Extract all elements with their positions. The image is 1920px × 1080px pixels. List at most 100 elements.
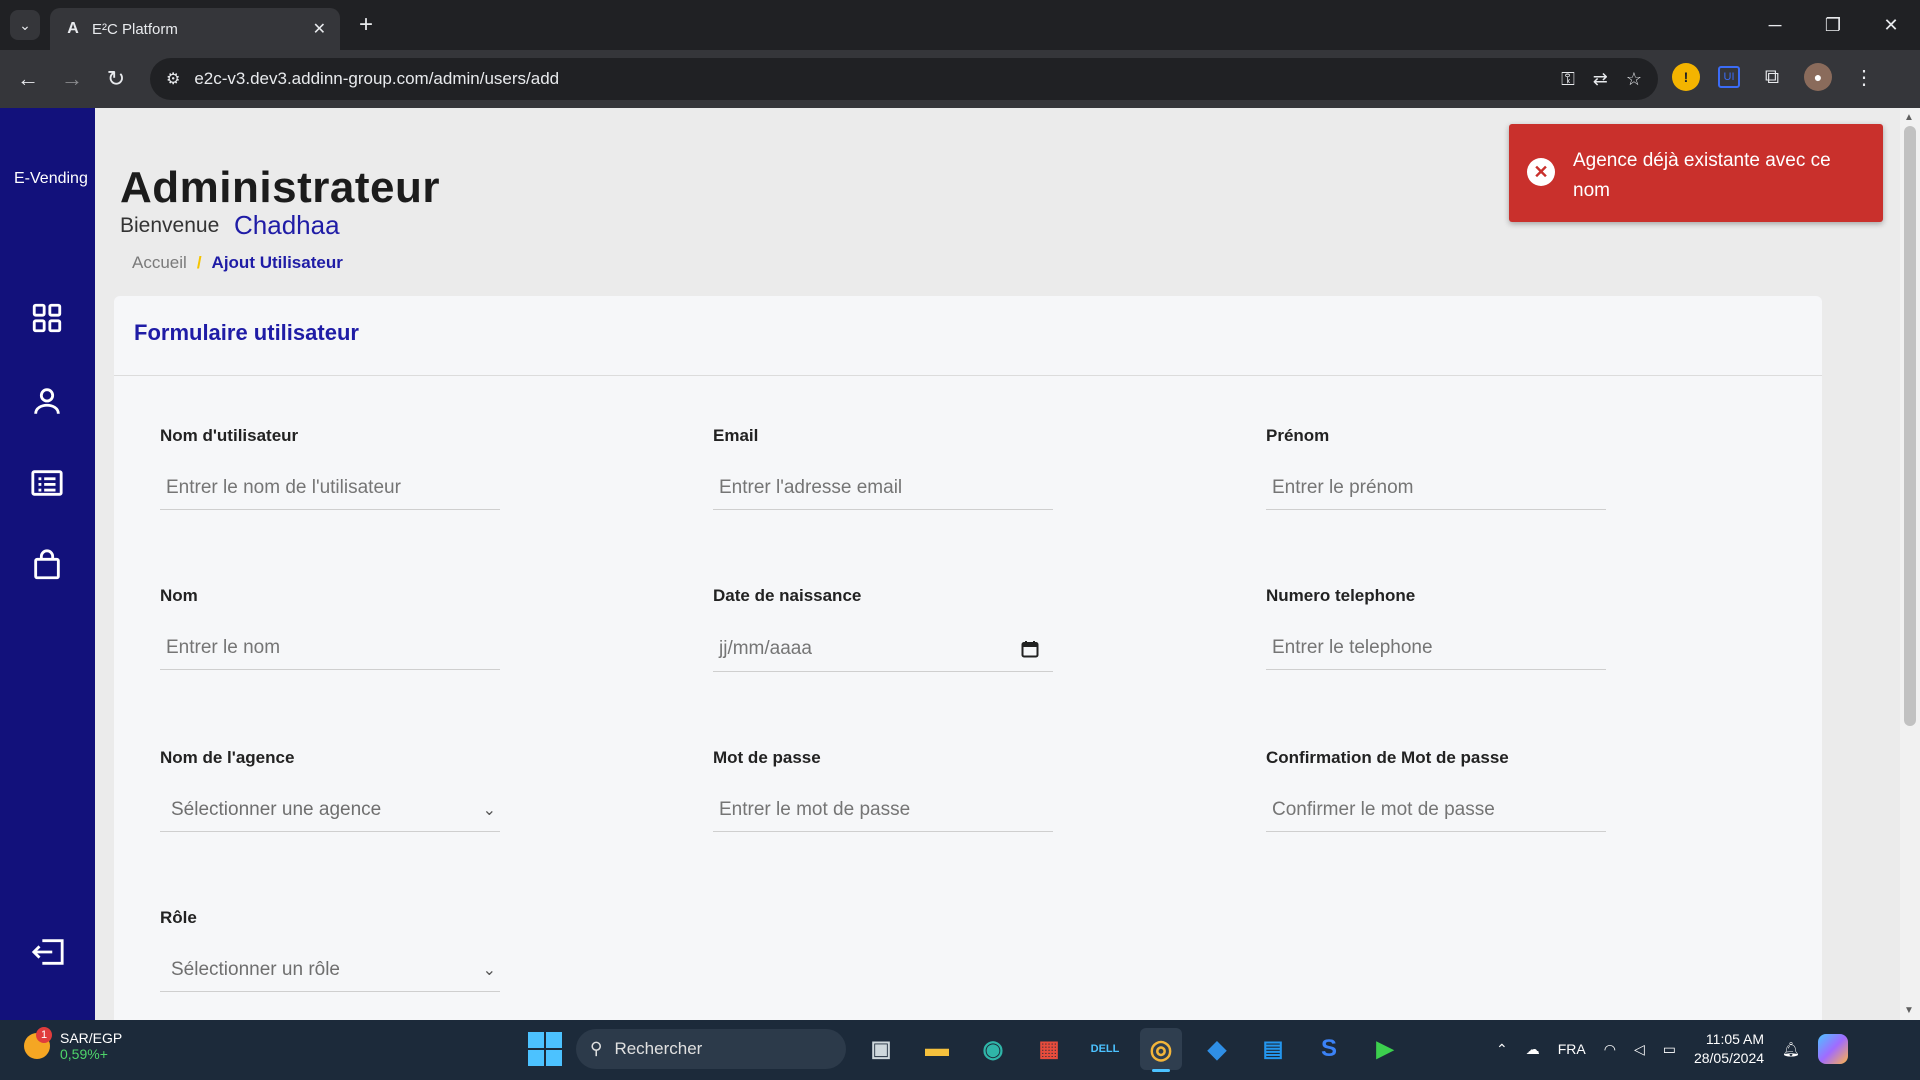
ticker-label: SAR/EGP [60, 1030, 123, 1046]
browser-tab[interactable]: A E²C Platform ✕ [50, 8, 340, 50]
clock-date: 28/05/2024 [1693, 1050, 1765, 1066]
back-icon[interactable]: ← [12, 63, 44, 95]
firstname-label: Prénom [1266, 426, 1330, 445]
extension-icon[interactable]: ! [1672, 63, 1700, 91]
media-player-icon[interactable]: ▶ [1364, 1028, 1406, 1070]
vscode-icon[interactable]: ◆ [1196, 1028, 1238, 1070]
tab-search-button[interactable]: ⌄ [10, 10, 40, 40]
email-field-group: Email [713, 426, 1053, 510]
tray-overflow-icon[interactable]: ⌃ [1496, 1041, 1508, 1058]
edge-icon[interactable]: ◉ [972, 1028, 1014, 1070]
page-scrollbar[interactable]: ▲ ▼ [1900, 108, 1920, 1020]
ticker-value: 0,59%+ [60, 1046, 108, 1062]
agency-select-value: Sélectionner une agence [171, 798, 382, 820]
user-form-card: Formulaire utilisateur Nom d'utilisateur… [114, 296, 1822, 1020]
wifi-icon[interactable]: ◠ [1604, 1041, 1616, 1058]
os-taskbar: 1 SAR/EGP 0,59%+ ⚲ Rechercher ▣ ▬ ◉ ▦ DE… [0, 1020, 1920, 1080]
password-label: Mot de passe [713, 748, 821, 767]
system-tray: ⌃ ☁ FRA ◠ ◁ ▭ 11:05 AM 28/05/2024 🔔︎ [1496, 1030, 1848, 1068]
dashboard-grid-icon[interactable] [28, 299, 66, 337]
dell-icon[interactable]: DELL [1084, 1028, 1126, 1070]
profile-avatar-icon[interactable]: ● [1804, 63, 1832, 91]
app-s-icon[interactable]: S [1308, 1028, 1350, 1070]
notification-bell-icon[interactable]: 🔔︎ [1782, 1041, 1800, 1058]
scroll-down-icon[interactable]: ▼ [1904, 1005, 1914, 1016]
role-label: Rôle [160, 908, 197, 927]
user-icon[interactable] [28, 382, 66, 420]
extension-ui-icon[interactable]: UI [1718, 66, 1740, 88]
agency-field-group: Nom de l'agence Sélectionner une agence … [160, 748, 500, 832]
scroll-thumb[interactable] [1904, 126, 1916, 726]
birthdate-input[interactable]: jj/mm/aaaa [713, 626, 1053, 672]
shopping-bag-icon[interactable] [28, 546, 66, 584]
chevron-down-icon: ⌄ [482, 961, 496, 979]
close-window-icon[interactable]: ✕ [1862, 0, 1920, 50]
store-icon[interactable]: ▦ [1028, 1028, 1070, 1070]
volume-icon[interactable]: ◁ [1634, 1041, 1645, 1058]
extensions-area: ! UI ⧉ ● ⋮ [1672, 63, 1878, 91]
agency-label: Nom de l'agence [160, 748, 295, 767]
taskbar-search[interactable]: ⚲ Rechercher [576, 1029, 846, 1069]
username-field-group: Nom d'utilisateur [160, 426, 500, 510]
browser-menu-icon[interactable]: ⋮ [1850, 63, 1878, 91]
reload-icon[interactable]: ↻ [100, 63, 132, 95]
lastname-input[interactable] [160, 626, 500, 670]
battery-icon[interactable]: ▭ [1663, 1041, 1676, 1058]
username-input[interactable] [160, 466, 500, 510]
windows-start-icon[interactable] [528, 1032, 562, 1066]
restore-icon[interactable]: ❐ [1804, 0, 1862, 50]
onedrive-icon[interactable]: ☁ [1526, 1041, 1540, 1058]
scroll-up-icon[interactable]: ▲ [1904, 112, 1914, 123]
firstname-input[interactable] [1266, 466, 1606, 510]
file-explorer-icon[interactable]: ▬ [916, 1028, 958, 1070]
clock-time: 11:05 AM [1705, 1031, 1765, 1047]
logout-icon[interactable] [26, 933, 70, 971]
password-confirm-input[interactable] [1266, 788, 1606, 832]
password-field-group: Mot de passe [713, 748, 1053, 832]
bookmark-star-icon[interactable]: ☆ [1626, 69, 1642, 90]
phone-input[interactable] [1266, 626, 1606, 670]
welcome-text: Bienvenue [120, 214, 220, 237]
minimize-icon[interactable]: ─ [1746, 0, 1804, 50]
taskbar-apps: ⚲ Rechercher ▣ ▬ ◉ ▦ DELL ◎ ◆ ▤ S ▶ [528, 1028, 1406, 1072]
error-toast[interactable]: ✕ Agence déjà existante avec ce nom [1509, 124, 1883, 222]
url-text[interactable]: e2c-v3.dev3.addinn-group.com/admin/users… [194, 69, 1561, 89]
chrome-icon[interactable]: ◎ [1140, 1028, 1182, 1072]
role-select[interactable]: Sélectionner un rôle ⌄ [160, 948, 500, 992]
ticker-icon: 1 [24, 1027, 52, 1059]
new-tab-button[interactable]: + [352, 11, 380, 39]
password-key-icon[interactable]: ⚿ [1561, 69, 1575, 90]
clock[interactable]: 11:05 AM 28/05/2024 [1694, 1030, 1764, 1068]
forward-icon[interactable]: → [56, 63, 88, 95]
card-divider [114, 375, 1822, 376]
extensions-puzzle-icon[interactable]: ⧉ [1758, 63, 1786, 91]
sidebar: E-Vending [0, 108, 95, 1020]
birthdate-label: Date de naissance [713, 586, 862, 605]
browser-toolbar: ← → ↻ ⚙ e2c-v3.dev3.addinn-group.com/adm… [0, 50, 1920, 108]
chevron-down-icon: ⌄ [482, 801, 496, 819]
birthdate-field-group: Date de naissance jj/mm/aaaa [713, 586, 1053, 672]
site-info-icon[interactable]: ⚙ [166, 69, 180, 89]
calendar-icon[interactable] [1021, 640, 1039, 658]
phone-label: Numero telephone [1266, 586, 1416, 605]
notification-badge: 1 [36, 1027, 52, 1043]
breadcrumb: Accueil / Ajout Utilisateur [132, 253, 343, 273]
password-input[interactable] [713, 788, 1053, 832]
copilot-icon[interactable] [1817, 1034, 1848, 1064]
email-input[interactable] [713, 466, 1053, 510]
tab-title: E²C Platform [92, 20, 178, 38]
task-view-icon[interactable]: ▣ [860, 1028, 902, 1070]
breadcrumb-current: Ajout Utilisateur [211, 253, 343, 272]
agency-select[interactable]: Sélectionner une agence ⌄ [160, 788, 500, 832]
close-tab-icon[interactable]: ✕ [313, 19, 326, 39]
brand-logo[interactable]: E-Vending [14, 170, 88, 188]
ticker-widget[interactable]: 1 SAR/EGP 0,59%+ [24, 1027, 123, 1062]
error-x-icon: ✕ [1527, 158, 1555, 186]
breadcrumb-home-link[interactable]: Accueil [132, 253, 187, 273]
translate-icon[interactable]: ⇄ [1593, 69, 1608, 90]
docker-icon[interactable]: ▤ [1252, 1028, 1294, 1070]
language-indicator[interactable]: FRA [1558, 1041, 1586, 1057]
list-icon[interactable] [28, 464, 66, 502]
address-bar[interactable]: ⚙ e2c-v3.dev3.addinn-group.com/admin/use… [150, 58, 1658, 100]
username-label: Nom d'utilisateur [160, 426, 299, 445]
